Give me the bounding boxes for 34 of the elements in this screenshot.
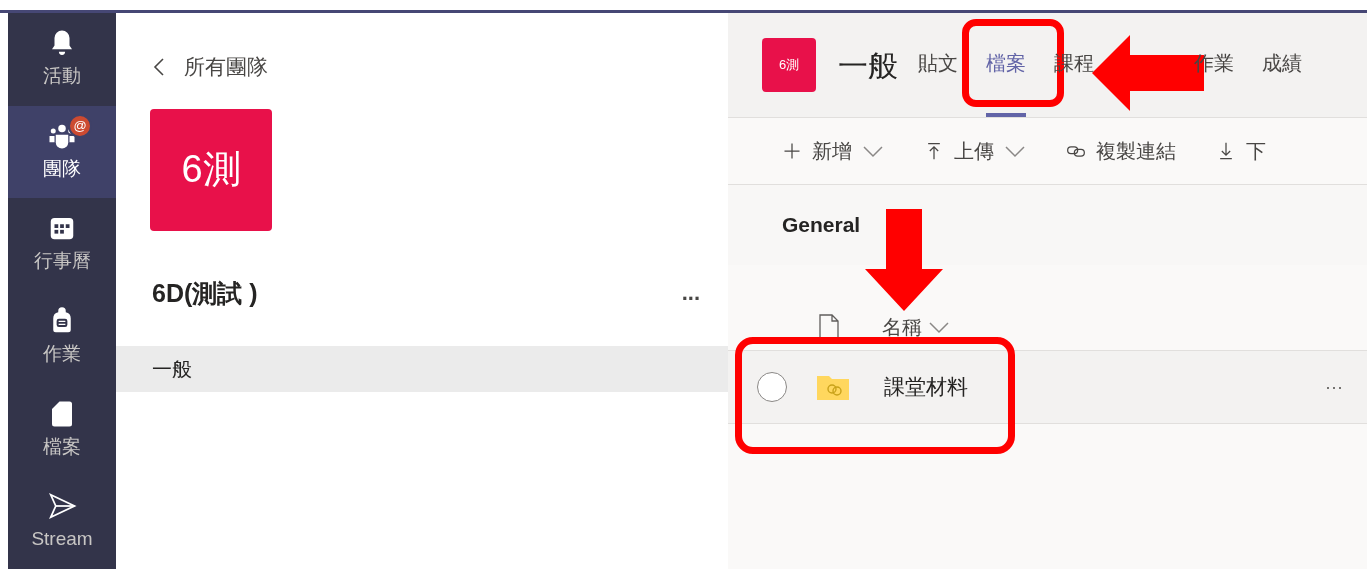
row-more-button[interactable]: ··· xyxy=(1325,373,1343,401)
plus-icon xyxy=(782,141,802,161)
channel-tab[interactable]: 作業 xyxy=(1194,13,1234,117)
channel-item[interactable]: 一般 xyxy=(116,346,728,392)
rail-item[interactable]: 活動 xyxy=(8,13,116,106)
chevron-down-icon xyxy=(862,144,884,158)
channel-tab[interactable]: 貼文 xyxy=(918,13,958,117)
team-avatar: 6測 xyxy=(150,108,272,231)
channel-tab[interactable]: 成績 xyxy=(1262,13,1302,117)
rail-item[interactable]: 檔案 xyxy=(8,383,116,477)
mention-badge: @ xyxy=(68,113,92,138)
folder-title: General xyxy=(782,212,861,239)
sort-chevron-icon xyxy=(928,320,950,334)
shared-folder-icon xyxy=(817,374,849,400)
file-name[interactable]: 課堂材料 xyxy=(884,371,968,403)
team-name: 6D(測試 ) xyxy=(152,277,258,309)
toolbar-button[interactable]: 上傳 xyxy=(924,136,1026,166)
back-link[interactable]: 所有團隊 xyxy=(152,51,728,83)
more-options-button[interactable]: ... xyxy=(681,282,700,305)
toolbar-button[interactable]: 下 xyxy=(1216,136,1266,166)
column-header[interactable]: 名稱 xyxy=(882,312,950,342)
rail-item[interactable]: 作業 xyxy=(8,291,116,384)
channel-avatar: 6測 xyxy=(762,38,816,92)
select-radio[interactable] xyxy=(757,372,787,402)
rail-item[interactable]: Stream xyxy=(8,476,116,569)
channel-title: 一般 xyxy=(838,47,898,84)
toolbar-button[interactable]: 複製連結 xyxy=(1066,136,1176,166)
file-row[interactable]: 課堂材料 ··· xyxy=(728,351,1367,424)
rail-item[interactable]: 團隊 @ xyxy=(8,105,116,199)
rail-item[interactable]: 行事曆 xyxy=(8,198,116,291)
chevron-down-icon xyxy=(1004,144,1026,158)
back-chevron-icon xyxy=(152,56,166,77)
send-icon xyxy=(47,491,77,522)
toolbar-button[interactable]: 新增 xyxy=(782,136,884,166)
